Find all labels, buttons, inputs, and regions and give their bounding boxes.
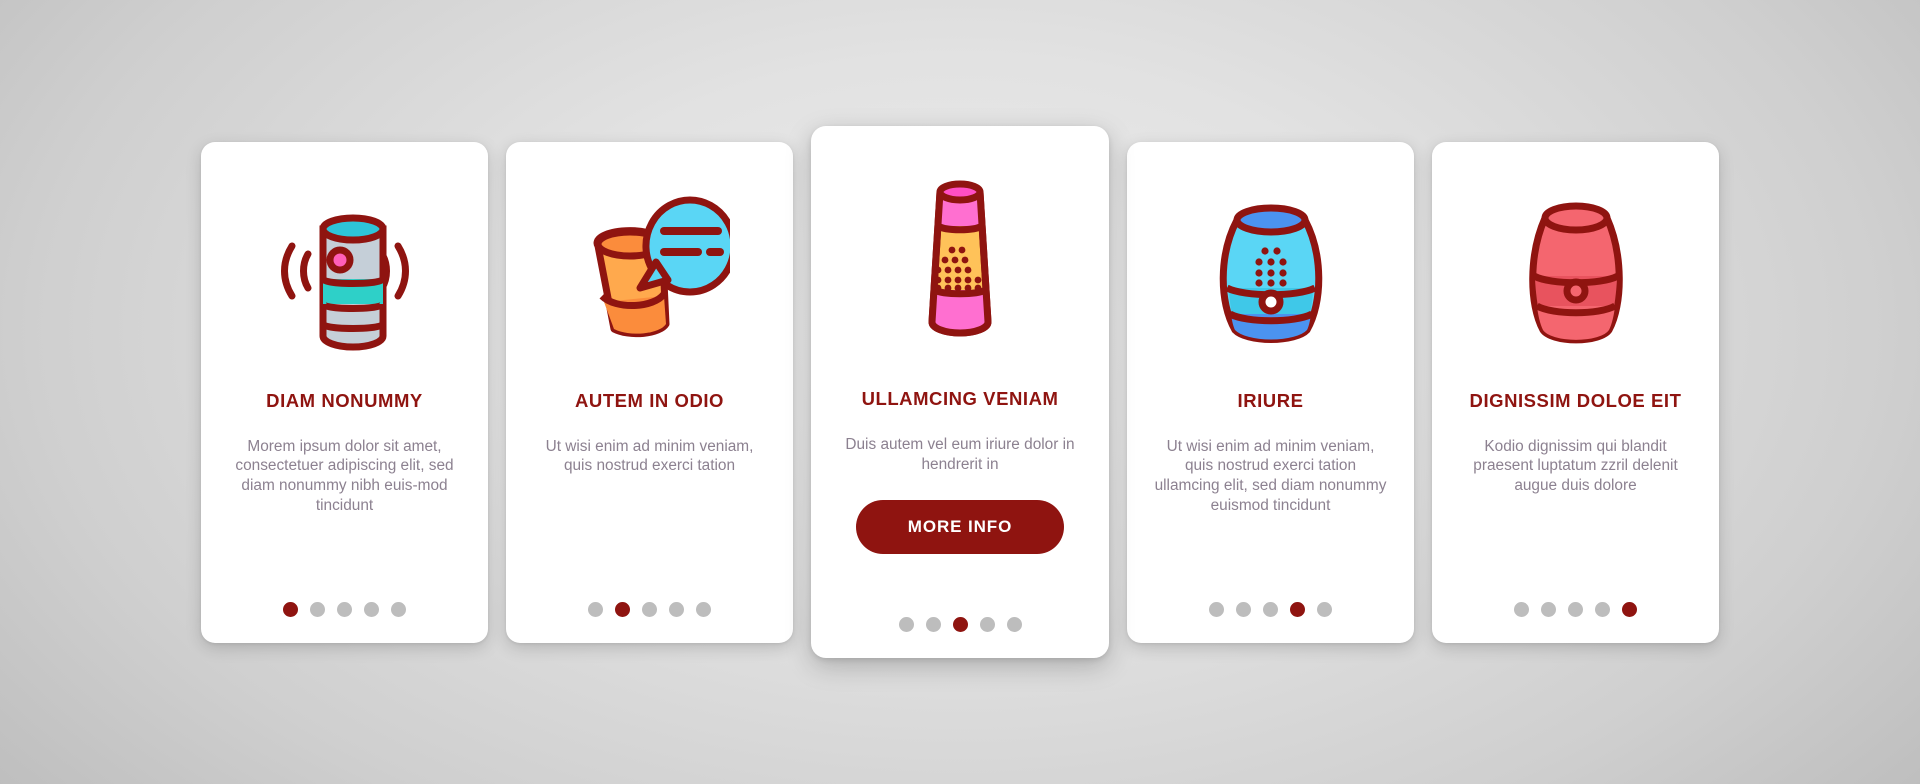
smart-speaker-tapered-dotgrid-icon (928, 180, 992, 337)
pagination-dot[interactable] (979, 617, 995, 632)
pagination-dot[interactable] (1263, 601, 1278, 617)
smart-speaker-barrel-red-icon (1528, 202, 1623, 343)
pagination-dot[interactable] (1006, 617, 1022, 632)
pagination-dot[interactable] (588, 601, 603, 617)
pagination-dot[interactable] (1290, 601, 1305, 617)
pagination-dot[interactable] (364, 601, 379, 617)
pagination-dot[interactable] (1541, 601, 1556, 617)
smart-speaker-cylinder-soundwaves-icon (280, 214, 409, 350)
pagination-dot[interactable] (391, 601, 406, 617)
pagination-dot[interactable] (1317, 601, 1332, 617)
card-body: Morem ipsum dolor sit amet, consectetuer… (235, 437, 454, 514)
pagination-dot[interactable] (337, 601, 352, 617)
pagination-dot[interactable] (1595, 601, 1610, 617)
icon-area (506, 142, 793, 390)
card-title: DIGNISSIM DOLOE EIT (1469, 389, 1682, 411)
pagination-dot[interactable] (669, 601, 684, 617)
pagination-dot[interactable] (1622, 601, 1637, 617)
pagination-dots (201, 601, 488, 617)
pagination-dot[interactable] (615, 601, 630, 617)
card-title: ULLAMCING VENIAM (861, 388, 1059, 409)
onboarding-card-ullamcing-veniam[interactable]: ULLAMCING VENIAM Duis autem vel eum iriu… (811, 126, 1109, 658)
pagination-dot[interactable] (1236, 601, 1251, 617)
pagination-dot[interactable] (283, 601, 298, 617)
pagination-dot[interactable] (952, 617, 968, 632)
onboarding-card-iriure[interactable]: IRIURE Ut wisi enim ad minim veniam, qui… (1127, 141, 1414, 643)
pagination-dot[interactable] (642, 601, 657, 617)
card-title: DIAM NONUMMY (266, 389, 423, 411)
pagination-dots (1432, 601, 1719, 617)
card-body: Kodio dignissim qui blandit praesent lup… (1473, 437, 1678, 495)
pagination-dots (811, 617, 1109, 632)
pagination-dot[interactable] (925, 617, 941, 632)
pagination-dot[interactable] (1514, 601, 1529, 617)
card-body: Ut wisi enim ad minim veniam, quis nostr… (545, 437, 754, 475)
smart-speaker-barrel-blue-icon (1219, 204, 1322, 343)
icon-area (1432, 142, 1719, 390)
pagination-dot[interactable] (696, 601, 711, 617)
card-title: IRIURE (1237, 389, 1304, 411)
icon-area (1127, 142, 1414, 390)
icon-area (201, 142, 488, 390)
pagination-dot[interactable] (1568, 601, 1583, 617)
icon-area (811, 126, 1109, 388)
pagination-dot[interactable] (898, 617, 914, 632)
pagination-dot[interactable] (310, 601, 325, 617)
pagination-dot[interactable] (1209, 601, 1224, 617)
onboarding-screens-stage: DIAM NONUMMY Morem ipsum dolor sit amet,… (0, 0, 1920, 784)
pagination-dots (1127, 601, 1414, 617)
pagination-dots (506, 601, 793, 617)
onboarding-card-diam-nonummy[interactable]: DIAM NONUMMY Morem ipsum dolor sit amet,… (201, 141, 488, 643)
onboarding-card-dignissim-doloe-eit[interactable]: DIGNISSIM DOLOE EIT Kodio dignissim qui … (1432, 141, 1719, 643)
smart-speaker-speech-bubble-icon (593, 196, 730, 337)
more-info-button[interactable]: MORE INFO (856, 499, 1064, 554)
cards-row: DIAM NONUMMY Morem ipsum dolor sit amet,… (0, 0, 1920, 784)
card-body: Ut wisi enim ad minim veniam, quis nostr… (1154, 437, 1387, 514)
onboarding-card-autem-in-odio[interactable]: AUTEM IN ODIO Ut wisi enim ad minim veni… (506, 141, 793, 643)
card-title: AUTEM IN ODIO (575, 389, 724, 411)
card-body: Duis autem vel eum iriure dolor in hendr… (845, 436, 1075, 473)
